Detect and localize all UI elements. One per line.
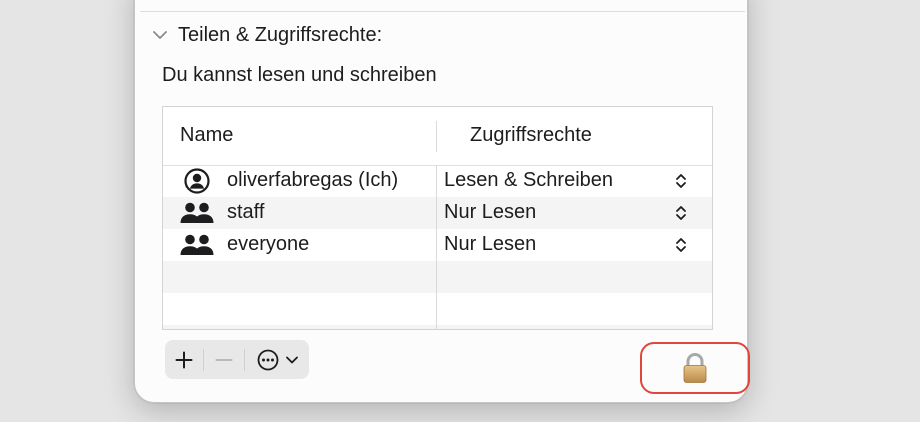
access-level[interactable]: Nur Lesen [444,233,536,256]
table-row[interactable]: staff Nur Lesen [163,197,712,229]
permissions-table: Name Zugriffsrechte oliverfabregas (Ich)… [162,106,713,330]
permissions-toolbar [165,340,309,379]
minus-icon [215,358,233,361]
remove-button[interactable] [204,340,244,379]
group-icon [179,231,215,259]
access-level[interactable]: Nur Lesen [444,201,536,224]
access-stepper-icon[interactable] [674,204,688,222]
user-circle-icon [179,167,215,195]
table-row[interactable]: everyone Nur Lesen [163,229,712,261]
sharing-section-header[interactable]: Teilen & Zugriffsrechte: [152,22,382,48]
group-name: everyone [227,233,310,255]
column-divider [436,165,437,329]
access-level[interactable]: Lesen & Schreiben [444,169,613,192]
add-button[interactable] [165,340,203,379]
action-menu-button[interactable] [245,340,309,379]
chevron-down-icon [285,356,298,363]
table-header: Name Zugriffsrechte [163,107,712,166]
column-header-access[interactable]: Zugriffsrechte [470,124,592,147]
table-row-empty [163,293,712,325]
padlock-icon [683,353,707,383]
plus-icon [175,351,193,368]
table-row-empty [163,325,712,329]
group-icon [179,199,215,227]
lock-button[interactable] [640,342,750,394]
column-header-name[interactable]: Name [180,124,233,147]
access-stepper-icon[interactable] [674,236,688,254]
group-name: staff [227,201,265,223]
user-name: oliverfabregas (Ich) [227,169,399,191]
section-divider [140,11,745,12]
section-title: Teilen & Zugriffsrechte: [178,23,383,46]
table-row-empty [163,261,712,293]
access-stepper-icon[interactable] [674,172,688,190]
disclosure-chevron-icon[interactable] [152,27,168,43]
table-row[interactable]: oliverfabregas (Ich) Lesen & Schreiben [163,165,712,197]
ellipsis-circle-icon [257,349,278,370]
permission-description: Du kannst lesen und schreiben [162,64,437,86]
column-divider[interactable] [436,121,437,152]
